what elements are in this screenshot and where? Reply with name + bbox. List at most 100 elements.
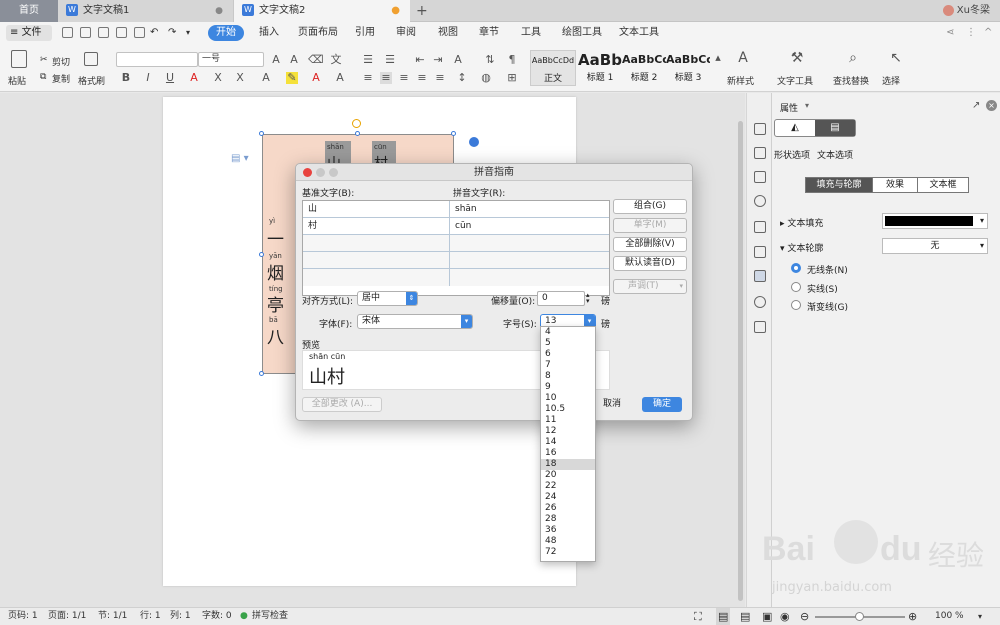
tab-home[interactable]: 首页 bbox=[0, 0, 58, 22]
file-menu-button[interactable]: ≡ 文件 bbox=[6, 25, 52, 41]
char-border-icon[interactable]: A bbox=[334, 72, 346, 84]
text-tools-button[interactable]: 文字工具 bbox=[777, 74, 813, 87]
decrease-font-icon[interactable]: A bbox=[288, 54, 300, 66]
new-tab-plus-icon[interactable]: + bbox=[416, 0, 428, 22]
zoom-in-icon[interactable]: ⊕ bbox=[908, 608, 917, 625]
format-painter-button[interactable]: 格式刷 bbox=[78, 74, 105, 87]
menu-drawing-tools[interactable]: 绘图工具 bbox=[562, 22, 602, 44]
size-option[interactable]: 8 bbox=[541, 371, 595, 382]
wrench-icon[interactable]: ⚒ bbox=[789, 51, 805, 70]
base-cell[interactable]: 山 bbox=[303, 201, 450, 218]
size-option[interactable]: 36 bbox=[541, 525, 595, 536]
size-option[interactable]: 10.5 bbox=[541, 404, 595, 415]
open-icon[interactable] bbox=[62, 27, 73, 38]
cut-button[interactable]: 剪切 bbox=[52, 55, 70, 68]
seg-fill-outline[interactable]: 填充与轮廓 bbox=[805, 177, 873, 193]
spell-check-button[interactable]: 拼写检查 bbox=[252, 608, 288, 625]
save-icon[interactable] bbox=[80, 27, 91, 38]
more-icon[interactable]: ⋮ bbox=[966, 22, 976, 44]
size-option[interactable]: 20 bbox=[541, 470, 595, 481]
single-char-button[interactable]: 单字(M) bbox=[613, 218, 687, 233]
size-option[interactable]: 28 bbox=[541, 514, 595, 525]
text-outline-label[interactable]: ▾ 文本轮廓 bbox=[780, 241, 823, 254]
base-cell[interactable]: 村 bbox=[303, 218, 450, 235]
borders-icon[interactable]: ⊞ bbox=[506, 72, 518, 84]
menu-page-layout[interactable]: 页面布局 bbox=[298, 22, 338, 44]
increase-font-icon[interactable]: A bbox=[270, 54, 282, 66]
popout-icon[interactable]: ↗ bbox=[972, 100, 980, 111]
tab-document-2[interactable]: W 文字文稿2 ● bbox=[234, 0, 410, 22]
align-left-icon[interactable]: ≡ bbox=[362, 72, 374, 84]
minimize-window-icon[interactable] bbox=[316, 168, 325, 177]
base-cell[interactable] bbox=[303, 269, 450, 286]
cancel-button[interactable]: 取消 bbox=[592, 397, 632, 412]
font-select[interactable]: 宋体 ▾ bbox=[357, 314, 473, 329]
size-option[interactable]: 4 bbox=[541, 327, 595, 338]
zoom-level[interactable]: 100 % bbox=[935, 608, 964, 625]
size-option[interactable]: 7 bbox=[541, 360, 595, 371]
italic-icon[interactable]: I bbox=[142, 72, 154, 84]
size-option[interactable]: 10 bbox=[541, 393, 595, 404]
image-icon[interactable] bbox=[754, 321, 766, 333]
size-option[interactable]: 24 bbox=[541, 492, 595, 503]
size-option[interactable]: 12 bbox=[541, 426, 595, 437]
menu-home-tab[interactable]: 开始 bbox=[208, 25, 244, 41]
tab-document-1[interactable]: W 文字文稿1 ● bbox=[58, 0, 234, 22]
style-heading-3[interactable]: AaBbCc 标题 3 bbox=[666, 50, 710, 86]
rotate-handle-icon[interactable] bbox=[352, 119, 361, 128]
spell-check-icon[interactable]: ● bbox=[240, 608, 248, 625]
font-size-select[interactable]: 一号 bbox=[198, 52, 264, 67]
line-spacing-icon[interactable]: ↕ bbox=[456, 72, 468, 84]
radio-no-line[interactable] bbox=[791, 263, 801, 273]
numbering-icon[interactable]: ☰ bbox=[384, 54, 396, 66]
paste-button[interactable]: 粘贴 bbox=[8, 74, 26, 87]
size-option[interactable]: 6 bbox=[541, 349, 595, 360]
distribute-icon[interactable]: ≡ bbox=[434, 72, 446, 84]
select-button[interactable]: 选择 bbox=[882, 74, 900, 87]
styles-scroll-icon[interactable]: ▴ bbox=[712, 52, 724, 64]
resize-handle[interactable] bbox=[451, 131, 456, 136]
size-option[interactable]: 26 bbox=[541, 503, 595, 514]
fullscreen-icon[interactable]: ⛶ bbox=[694, 608, 702, 625]
radio-solid-line[interactable] bbox=[791, 282, 801, 292]
web-view-icon[interactable]: ▣ bbox=[762, 608, 772, 625]
font-name-select[interactable] bbox=[116, 52, 198, 67]
seg-effect[interactable]: 效果 bbox=[872, 177, 918, 193]
chinese-layout-icon[interactable]: A bbox=[452, 54, 464, 66]
document-marker-icon[interactable]: ▤ ▾ bbox=[231, 153, 249, 164]
history-icon[interactable] bbox=[754, 296, 766, 308]
clear-all-button[interactable]: 全部删除(V) bbox=[613, 237, 687, 252]
size-option[interactable]: 9 bbox=[541, 382, 595, 393]
lock-icon[interactable] bbox=[754, 246, 766, 258]
size-option[interactable]: 14 bbox=[541, 437, 595, 448]
show-marks-icon[interactable]: ¶ bbox=[506, 54, 518, 66]
text-outline-select[interactable]: 无 ▾ bbox=[882, 238, 988, 254]
text-mode-icon[interactable]: ▤ bbox=[815, 120, 855, 136]
bold-icon[interactable]: B bbox=[120, 72, 132, 84]
fill-icon[interactable] bbox=[754, 171, 766, 183]
align-select[interactable]: 居中 ⇕ bbox=[357, 291, 418, 306]
paste-icon[interactable] bbox=[11, 50, 27, 68]
pinyin-guide-icon[interactable]: 文 bbox=[330, 54, 342, 66]
offset-stepper[interactable]: ▴ ▾ bbox=[586, 292, 590, 305]
resize-handle[interactable] bbox=[355, 131, 360, 136]
bullets-icon[interactable]: ☰ bbox=[362, 54, 374, 66]
menu-references[interactable]: 引用 bbox=[355, 22, 375, 44]
text-fill-color-select[interactable]: ▾ bbox=[882, 213, 988, 229]
new-style-button[interactable]: 新样式 bbox=[727, 74, 754, 87]
unsaved-dot-icon[interactable]: ● bbox=[391, 0, 400, 22]
chevron-down-icon[interactable]: ▾ bbox=[805, 101, 809, 110]
search-icon[interactable]: ⌕ bbox=[845, 51, 861, 70]
vertical-scrollbar[interactable] bbox=[737, 93, 745, 607]
export-icon[interactable] bbox=[98, 27, 109, 38]
apply-all-button[interactable]: 全部更改 (A)... bbox=[302, 397, 382, 412]
ok-button[interactable]: 确定 bbox=[642, 397, 682, 412]
pointer-icon[interactable] bbox=[754, 221, 766, 233]
shape-mode-icon[interactable]: ◭ bbox=[775, 120, 815, 136]
tone-select[interactable]: 声调(T) ▾ bbox=[613, 279, 687, 294]
collapse-ribbon-icon[interactable]: ^ bbox=[984, 22, 992, 44]
ruby-cell[interactable] bbox=[450, 235, 609, 252]
shape-icon[interactable] bbox=[754, 147, 766, 159]
menu-text-tools[interactable]: 文本工具 bbox=[619, 22, 659, 44]
menu-tools[interactable]: 工具 bbox=[521, 22, 541, 44]
